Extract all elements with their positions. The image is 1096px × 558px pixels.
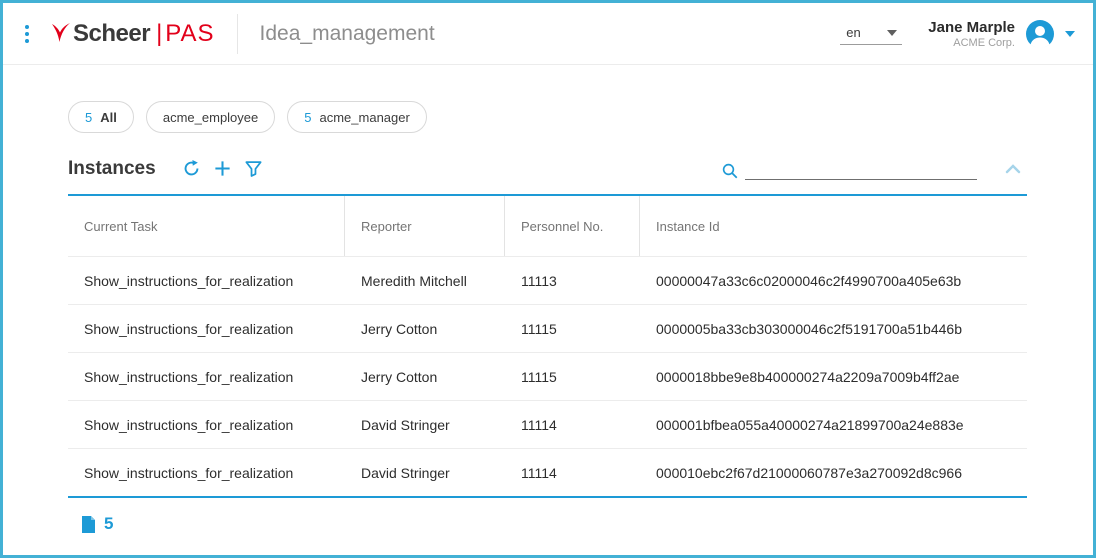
chip-acme-employee[interactable]: acme_employee [146, 101, 275, 133]
cell-reporter: Jerry Cotton [345, 305, 505, 352]
cell-reporter: Meredith Mitchell [345, 257, 505, 304]
table-row[interactable]: Show_instructions_for_realization Jerry … [68, 304, 1027, 352]
cell-current-task: Show_instructions_for_realization [68, 449, 345, 496]
cell-instance-id: 000010ebc2f67d21000060787e3a270092d8c966 [640, 449, 1027, 496]
instance-count-bar: 5 [81, 514, 1093, 534]
scheer-flame-icon [51, 22, 71, 46]
user-info: Jane Marple ACME Corp. [928, 19, 1015, 49]
cell-personnel-no: 11115 [505, 353, 640, 400]
column-header-instance-id[interactable]: Instance Id [640, 196, 1027, 256]
refresh-button[interactable] [176, 157, 207, 180]
logo-pas-text: PAS [165, 20, 214, 48]
cell-reporter: Jerry Cotton [345, 353, 505, 400]
instance-count: 5 [104, 514, 113, 534]
cell-personnel-no: 11114 [505, 449, 640, 496]
chip-count: 5 [304, 110, 311, 125]
chevron-down-icon [1065, 31, 1075, 37]
instances-toolbar: Instances [68, 157, 1027, 180]
language-value: en [846, 25, 860, 40]
logo-separator: | [156, 20, 162, 48]
collapse-panel-button[interactable] [999, 161, 1027, 177]
cell-current-task: Show_instructions_for_realization [68, 257, 345, 304]
section-title: Instances [68, 158, 156, 180]
avatar-icon [1025, 19, 1055, 49]
user-name: Jane Marple [928, 19, 1015, 36]
cell-current-task: Show_instructions_for_realization [68, 305, 345, 352]
cell-instance-id: 0000018bbe9e8b400000274a2209a7009b4ff2ae [640, 353, 1027, 400]
role-filter-chips: 5 All acme_employee 5 acme_manager [3, 65, 1093, 133]
table-row[interactable]: Show_instructions_for_realization Jerry … [68, 352, 1027, 400]
search-area [721, 158, 977, 180]
cell-instance-id: 0000005ba33cb303000046c2f5191700a51b446b [640, 305, 1027, 352]
table-row[interactable]: Show_instructions_for_realization David … [68, 400, 1027, 448]
user-menu[interactable]: Jane Marple ACME Corp. [928, 19, 1075, 49]
cell-instance-id: 00000047a33c6c02000046c2f4990700a405e63b [640, 257, 1027, 304]
chip-all[interactable]: 5 All [68, 101, 134, 133]
add-instance-button[interactable] [207, 157, 238, 180]
cell-current-task: Show_instructions_for_realization [68, 353, 345, 400]
filter-button[interactable] [238, 157, 269, 180]
chevron-down-icon [887, 30, 897, 36]
cell-personnel-no: 11114 [505, 401, 640, 448]
instances-table: Current Task Reporter Personnel No. Inst… [68, 194, 1027, 498]
chevron-up-icon [1005, 163, 1021, 175]
column-header-reporter[interactable]: Reporter [345, 196, 505, 256]
chip-count: 5 [85, 110, 92, 125]
column-header-personnel-no[interactable]: Personnel No. [505, 196, 640, 256]
cell-personnel-no: 11113 [505, 257, 640, 304]
top-bar: Scheer | PAS Idea_management en Jane Mar… [3, 3, 1093, 65]
plus-icon [213, 159, 232, 178]
user-company: ACME Corp. [928, 37, 1015, 49]
refresh-icon [182, 159, 201, 178]
column-header-current-task[interactable]: Current Task [68, 196, 345, 256]
chip-label: acme_employee [163, 110, 258, 125]
logo-scheer-text: Scheer [73, 20, 150, 48]
document-icon [81, 515, 96, 534]
cell-reporter: David Stringer [345, 449, 505, 496]
table-row[interactable]: Show_instructions_for_realization David … [68, 448, 1027, 496]
kebab-menu-icon[interactable] [17, 19, 37, 49]
page-title: Idea_management [237, 14, 435, 54]
app-window: Scheer | PAS Idea_management en Jane Mar… [0, 0, 1096, 558]
cell-reporter: David Stringer [345, 401, 505, 448]
chip-acme-manager[interactable]: 5 acme_manager [287, 101, 427, 133]
table-header-row: Current Task Reporter Personnel No. Inst… [68, 196, 1027, 256]
language-select[interactable]: en [840, 22, 902, 45]
chip-label: acme_manager [319, 110, 409, 125]
table-body: Show_instructions_for_realization Meredi… [68, 256, 1027, 496]
cell-current-task: Show_instructions_for_realization [68, 401, 345, 448]
cell-instance-id: 000001bfbea055a40000274a21899700a24e883e [640, 401, 1027, 448]
search-input[interactable] [745, 158, 977, 180]
chip-label: All [100, 110, 117, 125]
cell-personnel-no: 11115 [505, 305, 640, 352]
search-icon[interactable] [721, 162, 739, 180]
top-bar-right: en Jane Marple ACME Corp. [840, 19, 1075, 49]
table-row[interactable]: Show_instructions_for_realization Meredi… [68, 256, 1027, 304]
filter-icon [244, 159, 263, 178]
scheer-pas-logo: Scheer | PAS [51, 20, 215, 48]
